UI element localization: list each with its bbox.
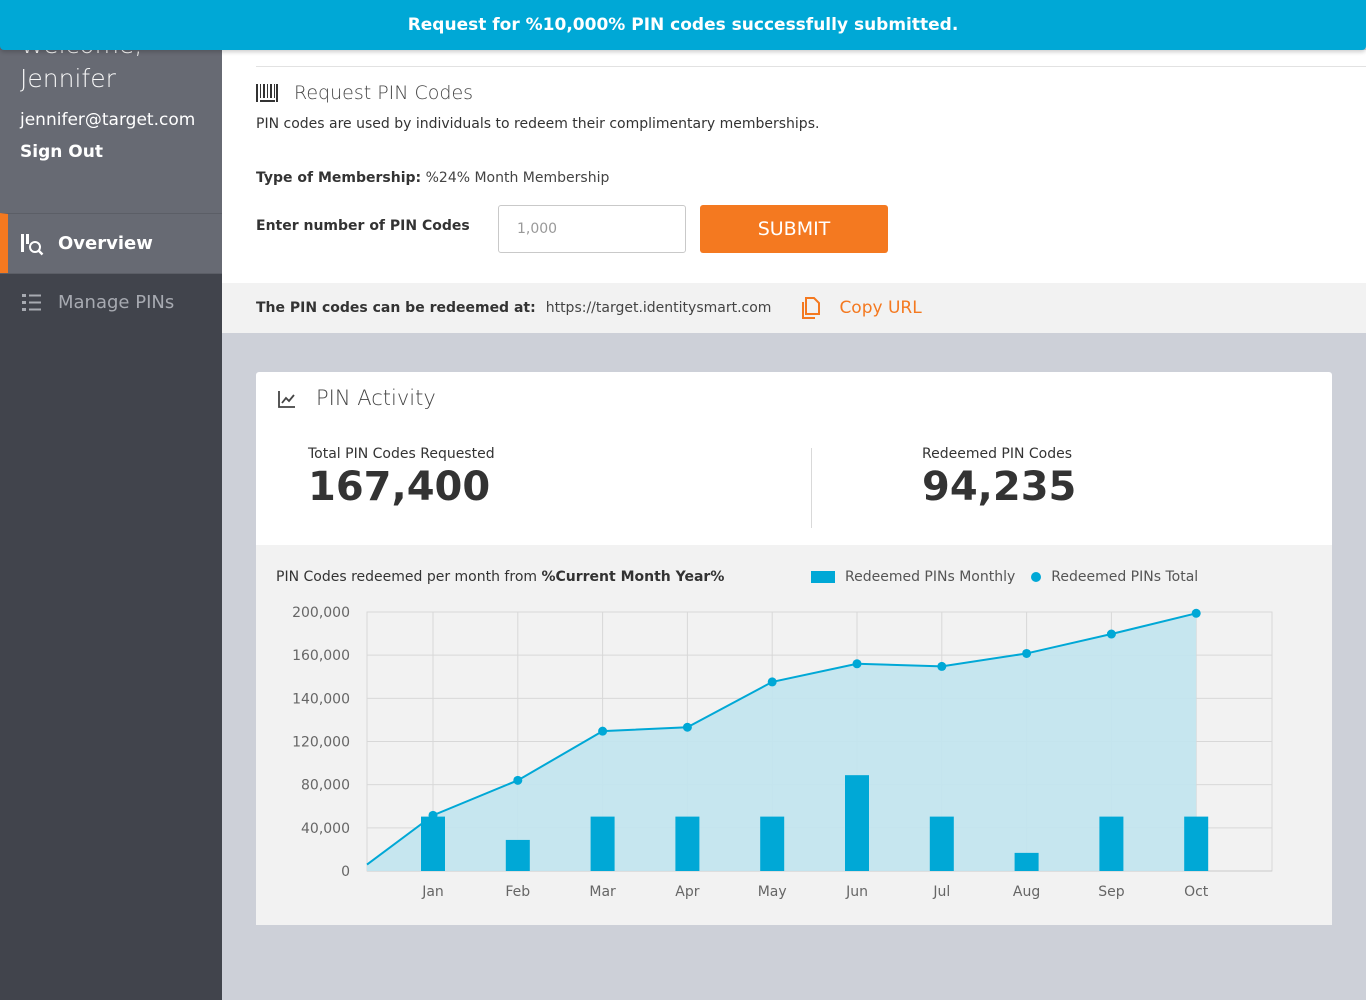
x-tick-label: Jan [421, 884, 444, 900]
banner-message: Request for %10,000% PIN codes successfu… [407, 15, 959, 35]
request-title-text: Request PIN Codes [294, 82, 474, 104]
pin-count-input[interactable] [498, 205, 686, 253]
total-requested-value: 167,400 [308, 464, 491, 510]
total-point [937, 661, 947, 671]
y-tick-label: 200,000 [292, 605, 350, 621]
pin-activity-card: PIN Activity Total PIN Codes Requested 1… [256, 372, 1332, 925]
monthly-bar [1014, 852, 1039, 871]
redeem-url: https://target.identitysmart.com [545, 300, 772, 316]
sidebar-item-label: Manage PINs [58, 292, 175, 313]
redeemed-chart: 0 40,000 80,000 120,000 140,000 160,000 200,00… [292, 605, 1273, 900]
sidebar-item-label: Overview [58, 233, 153, 254]
redeemed-value: 94,235 [922, 464, 1077, 510]
x-tick-label: Apr [675, 884, 699, 900]
activity-title-text: PIN Activity [316, 386, 436, 410]
sidebar-item-manage-pins[interactable]: Manage PINs [0, 273, 222, 331]
copy-icon [801, 297, 821, 319]
total-point [598, 726, 608, 736]
x-tick-label: Jun [845, 884, 868, 900]
total-point [513, 775, 523, 785]
total-point [1106, 629, 1116, 639]
monthly-bar [590, 816, 615, 871]
redeem-label: The PIN codes can be redeemed at: [256, 300, 536, 316]
sign-out-link[interactable]: Sign Out [20, 142, 103, 162]
monthly-bar [675, 816, 700, 871]
membership-type: Type of Membership: %24% Month Membershi… [256, 170, 609, 186]
total-point [682, 722, 692, 732]
barcode-icon [256, 84, 278, 102]
pin-count-label: Enter number of PIN Codes [256, 218, 470, 234]
x-tick-label: Feb [505, 884, 530, 900]
copy-url-button[interactable]: Copy URL [801, 297, 922, 319]
request-description: PIN codes are used by individuals to red… [256, 116, 820, 132]
total-requested-stat: Total PIN Codes Requested 167,400 [308, 446, 495, 510]
copy-url-label: Copy URL [839, 298, 922, 318]
chart-section: PIN Codes redeemed per month from %Curre… [256, 545, 1332, 925]
y-tick-label: 80,000 [301, 778, 350, 794]
overview-search-icon [20, 232, 44, 256]
total-point [428, 810, 438, 820]
y-tick-label: 120,000 [292, 735, 350, 751]
x-tick-label: Aug [1013, 884, 1040, 900]
y-tick-label: 40,000 [301, 821, 350, 837]
x-tick-label: Jul [932, 884, 950, 900]
y-tick-label: 140,000 [292, 691, 350, 707]
redeem-url-bar: The PIN codes can be redeemed at: https:… [222, 283, 1366, 333]
submit-button[interactable]: SUBMIT [700, 205, 888, 253]
monthly-bar [760, 816, 785, 871]
user-email: jennifer@target.com [20, 110, 196, 130]
total-point [852, 659, 862, 669]
y-tick-label: 160,000 [292, 648, 350, 664]
stat-divider [811, 448, 812, 528]
divider [256, 66, 1366, 67]
redeemed-stat: Redeemed PIN Codes 94,235 [922, 446, 1076, 510]
monthly-bar [929, 816, 954, 871]
request-pin-panel: Request PIN Codes PIN codes are used by … [222, 50, 1366, 283]
monthly-bar [845, 775, 869, 871]
line-chart-icon [278, 389, 296, 408]
user-name: Jennifer [20, 64, 116, 93]
monthly-bar [421, 816, 445, 871]
request-title: Request PIN Codes [256, 82, 473, 104]
x-tick-label: Sep [1098, 884, 1125, 900]
membership-type-value: %24% Month Membership [425, 170, 610, 186]
y-tick-label: 0 [341, 864, 350, 880]
redeemed-label: Redeemed PIN Codes [922, 446, 1073, 462]
x-tick-label: Oct [1184, 884, 1209, 900]
total-point [1022, 648, 1032, 658]
sidebar: Welcome, Jennifer jennifer@target.com Si… [0, 0, 222, 1000]
x-tick-label: May [758, 884, 787, 900]
monthly-bar [1099, 816, 1124, 871]
monthly-bar [1184, 816, 1209, 871]
total-point [1191, 608, 1201, 618]
membership-type-label: Type of Membership: [256, 170, 422, 186]
total-point [767, 677, 777, 687]
success-banner: Request for %10,000% PIN codes successfu… [0, 0, 1366, 50]
sidebar-item-overview[interactable]: Overview [0, 213, 222, 273]
monthly-bar [505, 839, 530, 871]
list-icon [20, 291, 44, 315]
x-tick-label: Mar [589, 884, 616, 900]
total-requested-label: Total PIN Codes Requested [308, 446, 495, 462]
activity-title: PIN Activity [278, 386, 436, 410]
